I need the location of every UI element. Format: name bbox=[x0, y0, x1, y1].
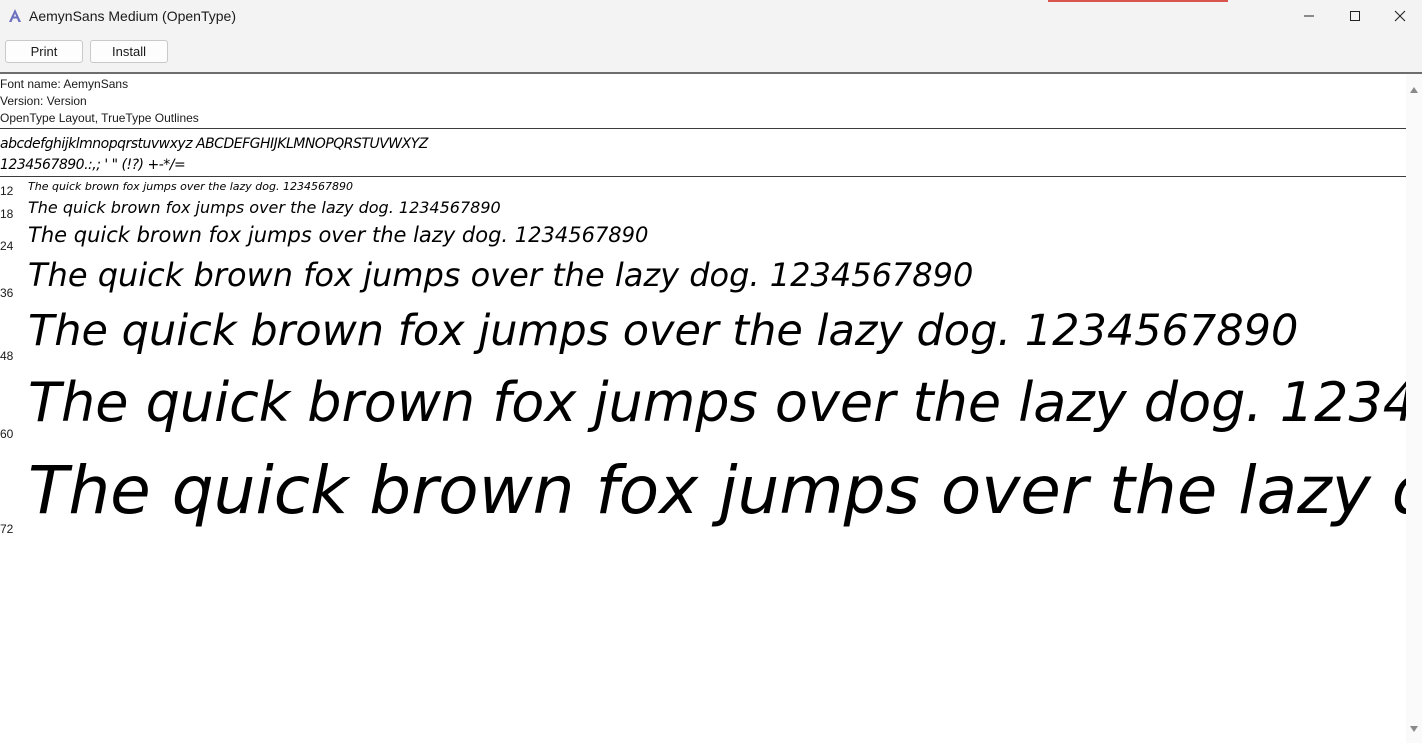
maximize-button[interactable] bbox=[1332, 0, 1378, 32]
size-label-48: 48 bbox=[0, 349, 14, 363]
charset-symbols: 1234567890.:,; ' " (!?) +-*/= bbox=[0, 157, 186, 173]
sample-text-48: The quick brown fox jumps over the lazy … bbox=[28, 306, 1299, 356]
size-label-12: 12 bbox=[0, 184, 14, 198]
font-info: Font name: AemynSans Version: Version Op… bbox=[0, 76, 199, 127]
scroll-up-arrow-icon[interactable] bbox=[1410, 80, 1418, 98]
size-label-60: 60 bbox=[0, 427, 14, 441]
title-bar-accent bbox=[1048, 0, 1228, 2]
print-button[interactable]: Print bbox=[5, 40, 83, 63]
sample-text-24: The quick brown fox jumps over the lazy … bbox=[28, 223, 649, 247]
title-bar[interactable]: AemynSans Medium (OpenType) bbox=[0, 0, 1422, 32]
size-label-24: 24 bbox=[0, 239, 14, 253]
close-icon bbox=[1394, 10, 1406, 22]
toolbar: Print Install bbox=[0, 32, 1422, 74]
sample-text-60: The quick brown fox jumps over the lazy … bbox=[28, 371, 1406, 434]
sample-text-72: The quick brown fox jumps over the lazy … bbox=[28, 452, 1406, 529]
font-viewer-window: AemynSans Medium (OpenType) Print Instal… bbox=[0, 0, 1422, 743]
window-title: AemynSans Medium (OpenType) bbox=[29, 8, 236, 24]
install-button[interactable]: Install bbox=[90, 40, 168, 63]
font-preview-area: Font name: AemynSans Version: Version Op… bbox=[0, 74, 1406, 743]
font-outlines-text: OpenType Layout, TrueType Outlines bbox=[0, 111, 199, 125]
charset-letters: abcdefghijklmnopqrstuvwxyz ABCDEFGHIJKLM… bbox=[0, 136, 428, 152]
font-name-text: Font name: AemynSans bbox=[0, 77, 129, 91]
minimize-icon bbox=[1303, 10, 1315, 22]
close-button[interactable] bbox=[1377, 0, 1422, 32]
sample-text-12: The quick brown fox jumps over the lazy … bbox=[28, 180, 353, 193]
font-viewer-icon bbox=[7, 8, 23, 24]
size-label-72: 72 bbox=[0, 522, 14, 536]
scroll-down-arrow-icon[interactable] bbox=[1410, 719, 1418, 737]
sample-text-36: The quick brown fox jumps over the lazy … bbox=[28, 256, 974, 294]
vertical-scrollbar[interactable] bbox=[1406, 74, 1422, 743]
minimize-button[interactable] bbox=[1286, 0, 1332, 32]
maximize-icon bbox=[1349, 10, 1361, 22]
sample-text-18: The quick brown fox jumps over the lazy … bbox=[28, 198, 501, 217]
font-version-text: Version: Version bbox=[0, 94, 87, 108]
size-label-18: 18 bbox=[0, 207, 14, 221]
divider bbox=[0, 128, 1406, 129]
size-label-36: 36 bbox=[0, 286, 14, 300]
divider bbox=[0, 176, 1406, 177]
